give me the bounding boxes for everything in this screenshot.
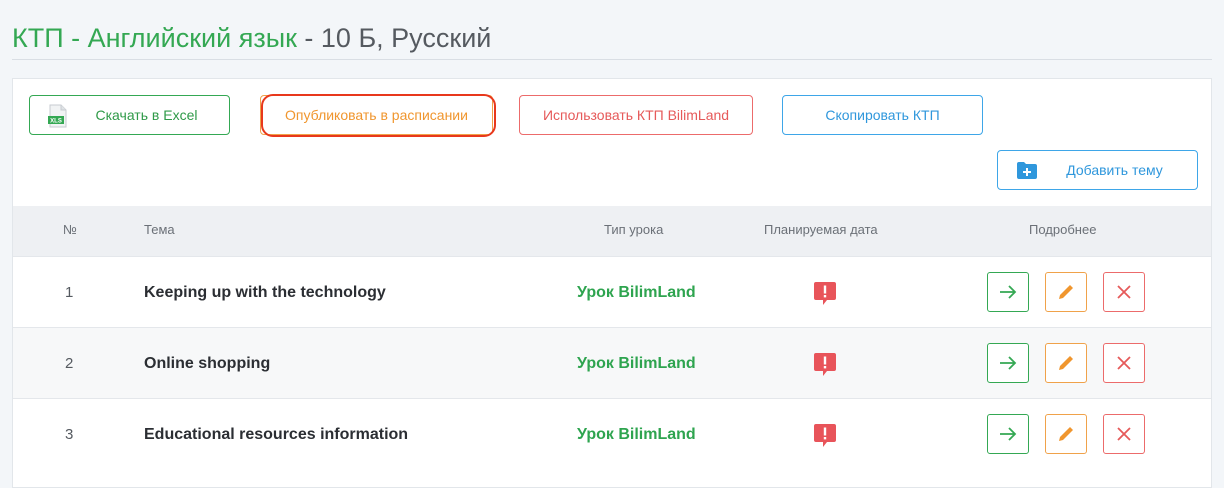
- copy-ktp-label: Скопировать КТП: [825, 107, 940, 123]
- header-date: Планируемая дата: [764, 222, 878, 237]
- close-icon: [1117, 427, 1131, 441]
- delete-topic-button[interactable]: [1103, 414, 1145, 454]
- row-topic: Keeping up with the technology: [144, 284, 386, 301]
- row-topic: Online shopping: [144, 355, 271, 372]
- download-excel-button[interactable]: XLS Скачать в Excel: [29, 95, 230, 135]
- alert-comment-icon: [814, 353, 836, 376]
- edit-topic-button[interactable]: [1045, 343, 1087, 383]
- row-number: 1: [65, 284, 74, 301]
- folder-plus-icon: [1017, 162, 1037, 179]
- xls-file-icon: XLS: [48, 104, 67, 128]
- pencil-icon: [1059, 356, 1073, 370]
- page-title-class: - 10 Б, Русский: [296, 23, 492, 53]
- arrow-right-icon: [1000, 427, 1017, 441]
- table-row: 1 Keeping up with the technology Урок Bi…: [13, 256, 1211, 327]
- close-icon: [1117, 356, 1131, 370]
- publish-schedule-button[interactable]: Опубликовать в расписании: [260, 95, 493, 135]
- edit-topic-button[interactable]: [1045, 414, 1087, 454]
- page-title: КТП - Английский язык - 10 Б, Русский: [12, 20, 1212, 56]
- header-details: Подробнее: [1029, 222, 1097, 237]
- pencil-icon: [1059, 285, 1073, 299]
- open-topic-button[interactable]: [987, 272, 1029, 312]
- row-lesson-type: Урок BilimLand: [577, 426, 696, 443]
- open-topic-button[interactable]: [987, 343, 1029, 383]
- page-title-ktp: КТП - Английский язык: [12, 23, 297, 53]
- publish-schedule-label: Опубликовать в расписании: [285, 107, 468, 123]
- ktp-card: XLS Скачать в Excel Опубликовать в распи…: [12, 78, 1212, 488]
- header-num: №: [63, 222, 77, 237]
- add-topic-label: Добавить тему: [1066, 162, 1163, 178]
- row-lesson-type: Урок BilimLand: [577, 284, 696, 301]
- arrow-right-icon: [1000, 285, 1017, 299]
- xls-icon-text: XLS: [50, 119, 62, 125]
- topics-table: № Тема Тип урока Планируемая дата Подроб…: [13, 206, 1211, 469]
- header-topic: Тема: [144, 222, 175, 237]
- pencil-icon: [1059, 427, 1073, 441]
- download-excel-label: Скачать в Excel: [95, 107, 198, 123]
- open-topic-button[interactable]: [987, 414, 1029, 454]
- header-type: Тип урока: [604, 222, 664, 237]
- delete-topic-button[interactable]: [1103, 343, 1145, 383]
- add-topic-button[interactable]: Добавить тему: [997, 150, 1198, 190]
- delete-topic-button[interactable]: [1103, 272, 1145, 312]
- table-header: № Тема Тип урока Планируемая дата Подроб…: [13, 206, 1211, 256]
- use-bilimland-ktp-label: Использовать КТП BilimLand: [542, 107, 730, 123]
- alert-comment-icon: [814, 282, 836, 305]
- row-topic: Educational resources information: [144, 426, 409, 443]
- edit-topic-button[interactable]: [1045, 272, 1087, 312]
- copy-ktp-button[interactable]: Скопировать КТП: [782, 95, 983, 135]
- use-bilimland-ktp-button[interactable]: Использовать КТП BilimLand: [519, 95, 753, 135]
- row-number: 3: [65, 426, 74, 443]
- page-header: КТП - Английский язык - 10 Б, Русский: [12, 20, 1212, 60]
- arrow-right-icon: [1000, 356, 1017, 370]
- row-lesson-type: Урок BilimLand: [577, 355, 696, 372]
- alert-comment-icon: [814, 424, 836, 447]
- table-row: 2 Online shopping Урок BilimLand: [13, 327, 1211, 398]
- row-number: 2: [65, 355, 74, 372]
- close-icon: [1117, 285, 1131, 299]
- table-row: 3 Educational resources information Урок…: [13, 398, 1211, 469]
